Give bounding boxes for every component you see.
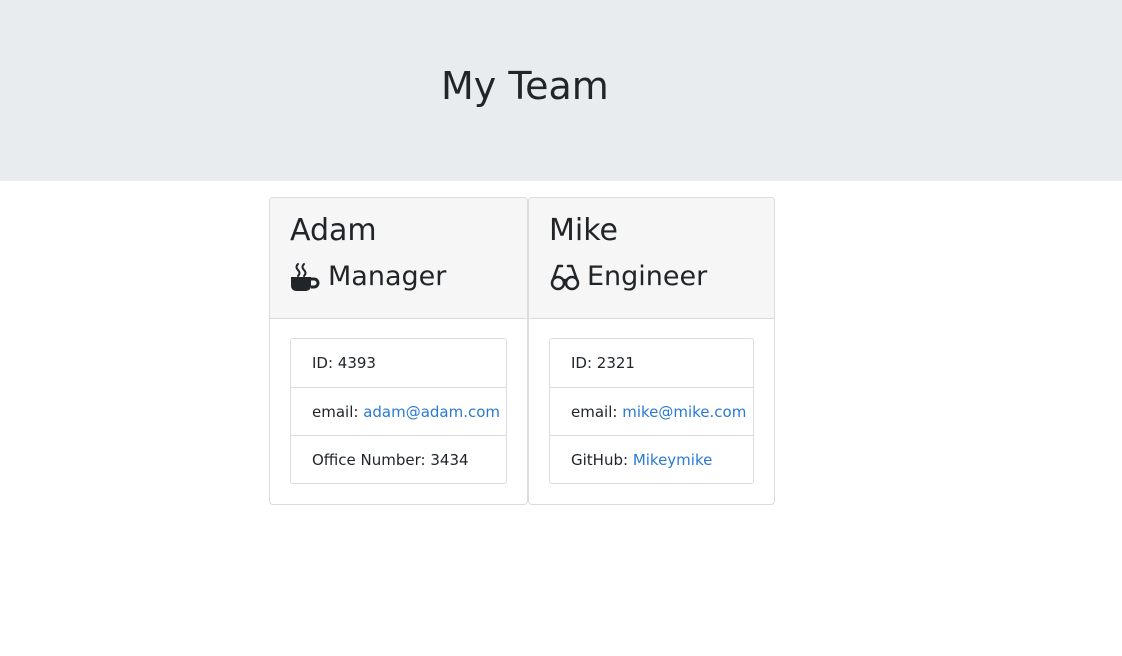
page-header: My Team bbox=[0, 0, 1122, 181]
list-item-github: GitHub: Mikeymike bbox=[550, 435, 753, 483]
card-header: Mike Engineer bbox=[529, 198, 774, 319]
card-header: Adam Manager bbox=[270, 198, 527, 319]
id-value: 4393 bbox=[337, 354, 376, 372]
email-label: email: bbox=[571, 403, 623, 421]
coffee-mug-icon bbox=[290, 262, 322, 292]
role-label: Engineer bbox=[587, 261, 708, 292]
list-item-id: ID: 2321 bbox=[550, 339, 753, 387]
employee-details-list: ID: 2321 email: mike@mike.com GitHub: Mi… bbox=[549, 338, 754, 484]
glasses-icon bbox=[549, 262, 581, 292]
list-item-id: ID: 4393 bbox=[291, 339, 506, 387]
page-title: My Team bbox=[441, 64, 609, 108]
employee-details-list: ID: 4393 email: adam@adam.com Office Num… bbox=[290, 338, 507, 484]
employee-name: Adam bbox=[290, 213, 377, 248]
employee-role: Engineer bbox=[549, 260, 707, 294]
role-label: Manager bbox=[328, 261, 447, 292]
email-label: email: bbox=[312, 403, 364, 421]
employee-card-manager: Adam Manager ID: 4393 email: adam@adam.c… bbox=[269, 197, 528, 505]
employee-card-engineer: Mike Engineer ID: 2321 email: mike@mike.… bbox=[528, 197, 775, 505]
list-item-email: email: adam@adam.com bbox=[291, 387, 506, 435]
id-label: ID: bbox=[312, 354, 338, 372]
id-label: ID: bbox=[571, 354, 597, 372]
github-label: GitHub: bbox=[571, 451, 633, 469]
email-link[interactable]: adam@adam.com bbox=[363, 403, 500, 421]
email-link[interactable]: mike@mike.com bbox=[622, 403, 746, 421]
employee-role: Manager bbox=[290, 260, 446, 294]
office-number-value: 3434 bbox=[430, 451, 469, 469]
list-item-email: email: mike@mike.com bbox=[550, 387, 753, 435]
office-number-label: Office Number: bbox=[312, 451, 431, 469]
list-item-office-number: Office Number: 3434 bbox=[291, 435, 506, 483]
id-value: 2321 bbox=[596, 354, 635, 372]
github-link[interactable]: Mikeymike bbox=[633, 451, 713, 469]
employee-name: Mike bbox=[549, 213, 618, 248]
